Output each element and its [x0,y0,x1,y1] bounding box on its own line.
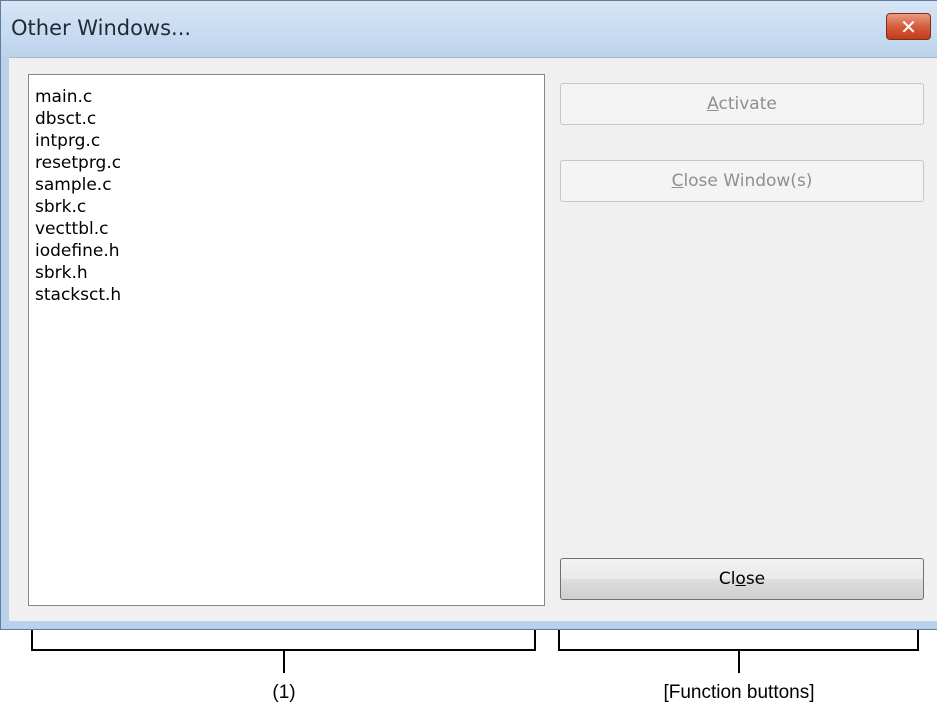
close-windows-button-mnemonic: C [671,171,684,191]
list-item[interactable]: sample.c [35,174,544,196]
activate-button-mnemonic: A [707,94,719,114]
buttons-bracket-left-tick [558,630,560,651]
close-button-label-pre: Cl [718,569,736,589]
list-item[interactable]: dbsct.c [35,108,544,130]
close-button[interactable]: Close [560,558,924,600]
close-windows-button[interactable]: Close Window(s) [560,160,924,202]
list-item[interactable]: intprg.c [35,130,544,152]
other-windows-dialog: Other Windows... ✕ main.c dbsct.c intprg.c… [0,0,937,630]
list-item[interactable]: resetprg.c [35,152,544,174]
list-bracket-stem [283,651,285,673]
dialog-client-area: main.c dbsct.c intprg.c resetprg.c sample.c s… [9,57,937,621]
close-button-mnemonic: o [735,569,746,589]
activate-button-label-post: ctivate [718,94,777,114]
list-item[interactable]: vecttbl.c [35,218,544,240]
close-icon[interactable]: ✕ [886,13,931,40]
buttons-bracket-right-tick [917,630,919,651]
open-windows-list[interactable]: main.c dbsct.c intprg.c resetprg.c sample.c s… [28,74,545,606]
list-annotation-label: (1) [272,682,296,703]
list-item[interactable]: main.c [35,86,544,108]
activate-button[interactable]: Activate [560,83,924,125]
list-bracket-left-tick [31,630,33,651]
list-item[interactable]: stacksct.h [35,284,544,306]
list-bracket-right-tick [534,630,536,651]
buttons-annotation-label: [Function buttons] [663,682,815,703]
title-bar: Other Windows... ✕ [1,1,937,57]
buttons-bracket-stem [738,651,740,673]
dialog-title: Other Windows... [11,16,192,40]
open-windows-list-items: main.c dbsct.c intprg.c resetprg.c sample.c s… [29,75,544,306]
close-button-label-post: se [745,569,766,589]
list-item[interactable]: iodefine.h [35,240,544,262]
close-windows-button-label-post: lose Window(s) [683,171,813,191]
list-item[interactable]: sbrk.c [35,196,544,218]
list-item[interactable]: sbrk.h [35,262,544,284]
